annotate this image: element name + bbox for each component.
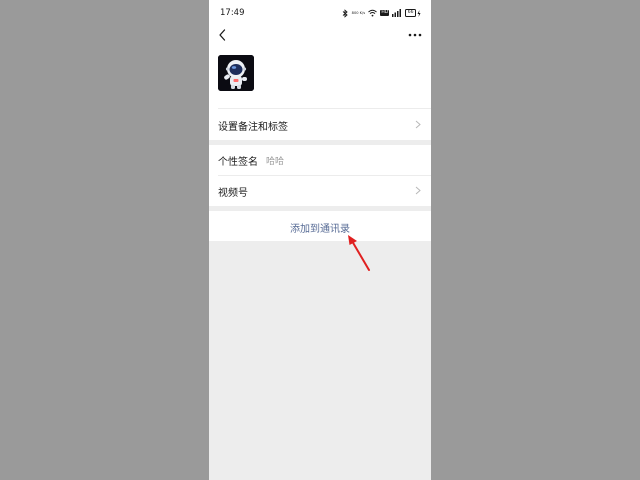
signature-label: 个性签名 [218,157,258,168]
chevron-right-icon [415,120,421,129]
nav-bar [209,26,431,44]
status-icons: 800 K/s HD 66 [342,8,421,18]
phone-screen: 17:49 800 K/s HD 66 设置备注和标签 个性签名 哈哈 视频号 … [209,0,431,480]
chevron-left-icon [219,29,226,41]
status-bar: 17:49 800 K/s HD 66 [209,0,431,26]
signature-row: 个性签名 哈哈 [209,145,431,175]
add-to-contacts-button[interactable]: 添加到通讯录 [209,211,431,241]
hd-icon: HD [380,10,390,16]
more-icon [408,33,422,37]
status-time: 17:49 [220,8,245,18]
row-divider [218,175,431,176]
chevron-right-icon [415,186,421,195]
bluetooth-icon [342,8,349,18]
astronaut-avatar[interactable] [218,55,254,91]
channels-label: 视频号 [218,188,248,199]
battery-icon: 66 [405,9,421,17]
back-button[interactable] [217,27,229,41]
wifi-icon [368,9,378,17]
more-button[interactable] [407,27,423,41]
network-speed-icon: 800 K/s [351,11,366,15]
signal-icon [392,9,402,17]
remark-tags-label: 设置备注和标签 [218,122,288,133]
row-divider [218,108,431,109]
remark-tags-row[interactable]: 设置备注和标签 [209,108,431,140]
profile-header [209,44,431,108]
signature-value: 哈哈 [266,157,285,167]
add-to-contacts-label: 添加到通讯录 [290,224,350,235]
channels-row[interactable]: 视频号 [209,175,431,206]
